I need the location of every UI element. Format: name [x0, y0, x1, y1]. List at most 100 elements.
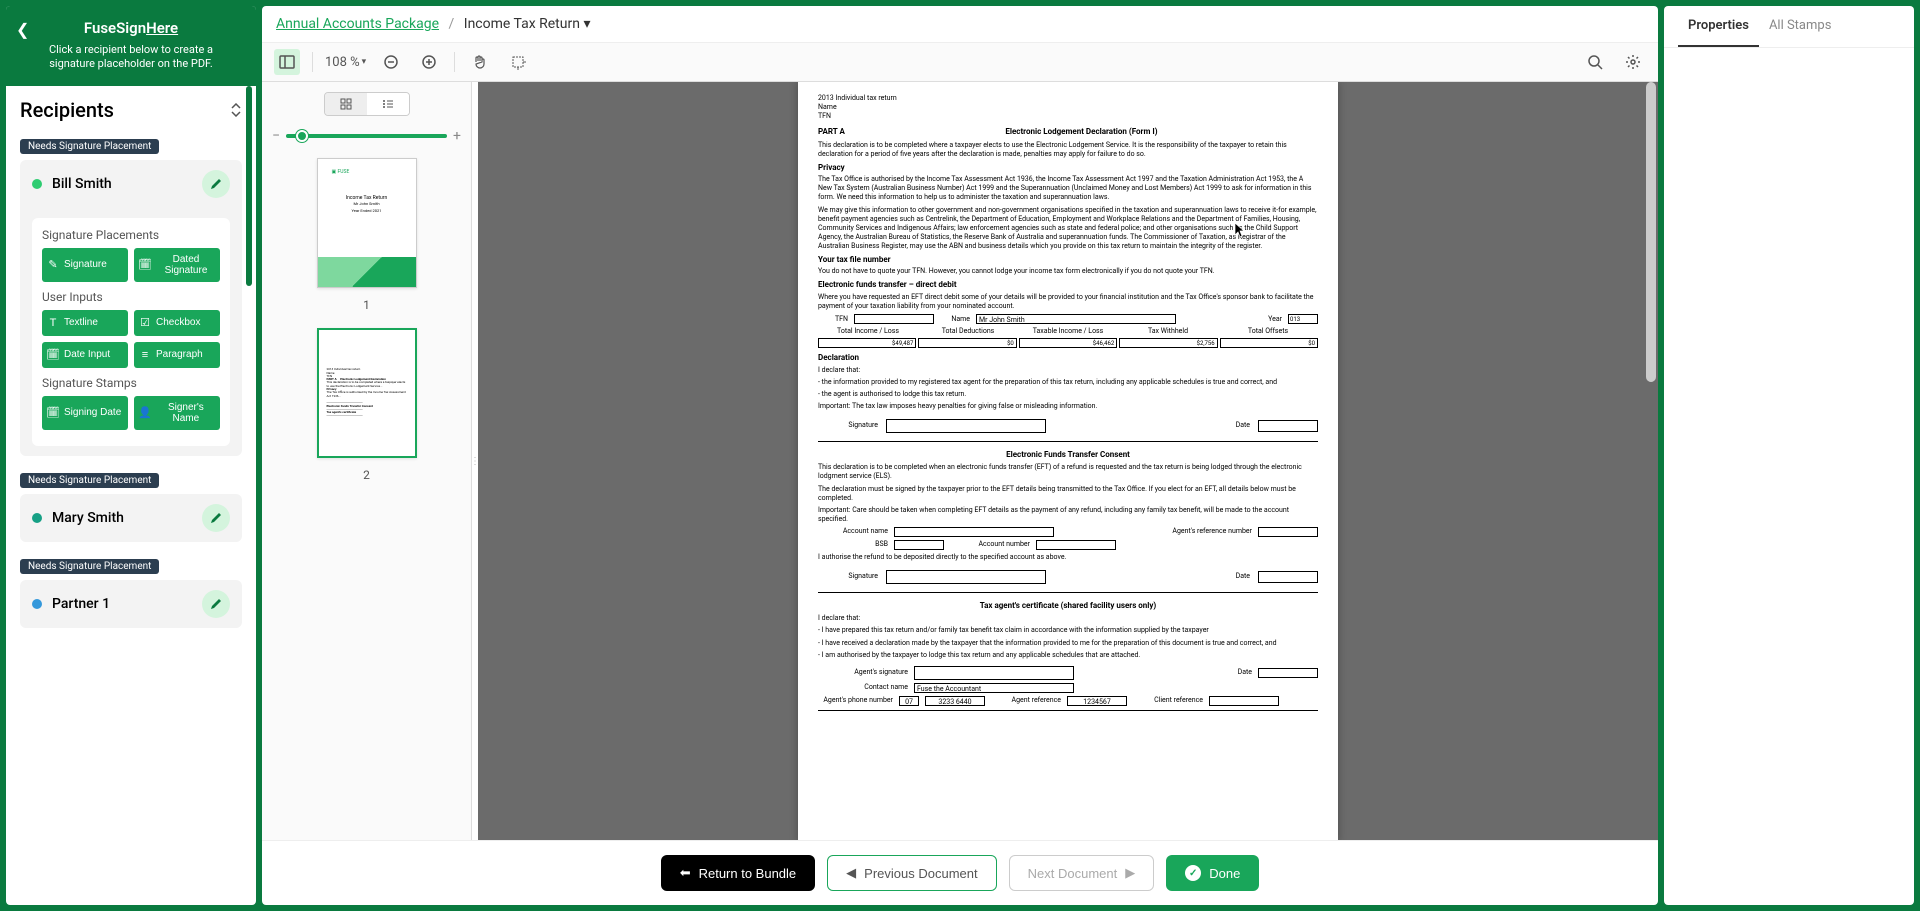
pdf-text: Important: The tax law imposes heavy pen… — [818, 402, 1318, 411]
done-label: Done — [1209, 866, 1240, 881]
signers-name-tool-button[interactable]: 👤Signer's Name — [134, 396, 220, 430]
signing-date-label: Signing Date — [64, 407, 121, 418]
total-value: $0 — [918, 338, 1016, 348]
section-stamps-label: Signature Stamps — [42, 376, 220, 390]
edit-recipient-button[interactable] — [202, 170, 230, 198]
field-value: Fuse the Accountant — [914, 683, 1074, 693]
tab-properties[interactable]: Properties — [1678, 6, 1759, 47]
page-thumbnail-2[interactable]: 2013 Individual tax returnNameTFNPART A … — [317, 328, 417, 458]
field-label: Client reference — [1133, 696, 1203, 705]
part-a-title: Electronic Lodgement Declaration (Form I… — [845, 127, 1318, 137]
signature-label: Signature — [818, 421, 878, 430]
section-inputs-label: User Inputs — [42, 290, 220, 304]
date-stamp-icon: 🗓 — [46, 406, 60, 420]
field-label: Agent's phone number — [818, 696, 893, 705]
edit-recipient-button[interactable] — [202, 590, 230, 618]
select-tool-icon[interactable] — [505, 49, 531, 75]
date-input-label: Date Input — [64, 349, 110, 360]
check-icon: ✓ — [1185, 865, 1201, 881]
person-icon: 👤 — [138, 406, 152, 420]
field-label: Name — [940, 315, 970, 324]
pdf-text: This declaration is to be completed wher… — [818, 141, 1318, 159]
dated-signature-label: Dated Signature — [156, 254, 216, 276]
pdf-toolbar: 108 % ▾ — [262, 43, 1658, 82]
search-icon[interactable] — [1582, 49, 1608, 75]
thumb-size-plus[interactable]: + — [453, 128, 461, 144]
return-to-bundle-button[interactable]: ⬅ Return to Bundle — [661, 855, 815, 891]
pdf-text: Important: Care should be taken when com… — [818, 506, 1318, 524]
pdf-text: You do not have to quote your TFN. Howev… — [818, 267, 1318, 276]
brand-title: FuseSignHere — [84, 19, 178, 37]
breadcrumb-current-dropdown[interactable]: Income Tax Return ▾ — [464, 16, 591, 32]
list-view-icon[interactable] — [367, 93, 409, 115]
checkbox-tool-button[interactable]: ☑Checkbox — [134, 310, 220, 336]
gear-icon[interactable] — [1620, 49, 1646, 75]
done-button[interactable]: ✓ Done — [1166, 855, 1259, 891]
date-label: Date — [1222, 668, 1252, 677]
previous-document-button[interactable]: ◀ Previous Document — [827, 855, 996, 891]
paragraph-tool-button[interactable]: ≡Paragraph — [134, 342, 220, 368]
pdf-name-label: Name — [818, 103, 1318, 112]
recipient-card-partner[interactable]: Partner 1 — [20, 580, 242, 628]
tab-all-stamps[interactable]: All Stamps — [1759, 6, 1841, 47]
field-label: BSB — [818, 540, 888, 549]
brand-header: ❮ FuseSignHere Click a recipient below t… — [6, 6, 256, 86]
date-input-tool-button[interactable]: 🗓Date Input — [42, 342, 128, 368]
total-value: $49,487 — [818, 338, 916, 348]
page-thumbnail-1[interactable]: ▣ FUSE Income Tax Return Mr John Smith Y… — [317, 158, 417, 288]
cover-year: Year Ended 2021 — [346, 208, 388, 213]
date-box — [1258, 571, 1318, 583]
page-view[interactable]: 2013 Individual tax return Name TFN PART… — [478, 82, 1658, 840]
field-value: Mr John Smith — [976, 314, 1176, 324]
breadcrumb: Annual Accounts Package / Income Tax Ret… — [262, 6, 1658, 43]
pdf-text: I declare that: — [818, 366, 1318, 375]
back-arrow-icon[interactable]: ❮ — [16, 20, 29, 39]
field-value: 07 — [899, 696, 919, 706]
pdf-header: 2013 Individual tax return — [818, 94, 1318, 103]
field-label: Agent's reference number — [1172, 527, 1252, 536]
field-label: Agent reference — [991, 696, 1061, 705]
thumb-size-minus[interactable]: − — [272, 128, 280, 144]
recipient-dot-icon — [32, 513, 42, 523]
sidebar-toggle-icon[interactable] — [274, 49, 300, 75]
recipient-name: Mary Smith — [52, 510, 192, 526]
total-label: Total Offsets — [1218, 327, 1318, 336]
calendar-sig-icon: 🗓 — [138, 258, 152, 272]
recipient-name: Partner 1 — [52, 596, 192, 612]
return-arrow-icon: ⬅ — [680, 865, 691, 881]
pdf-page: 2013 Individual tax return Name TFN PART… — [798, 82, 1338, 840]
pdf-text: I authorise the refund to be deposited d… — [818, 553, 1318, 562]
field-label: Account number — [950, 540, 1030, 549]
signing-date-tool-button[interactable]: 🗓 Signing Date — [42, 396, 128, 430]
thumb-size-slider[interactable] — [286, 134, 447, 138]
signature-icon: ✎ — [46, 258, 60, 272]
paragraph-icon: ≡ — [138, 348, 152, 362]
needs-placement-badge: Needs Signature Placement — [20, 559, 159, 574]
breadcrumb-parent[interactable]: Annual Accounts Package — [276, 16, 439, 32]
hand-tool-icon[interactable] — [467, 49, 493, 75]
return-label: Return to Bundle — [699, 866, 797, 881]
recipient-dot-icon — [32, 599, 42, 609]
eft-heading: Electronic funds transfer – direct debit — [818, 280, 1318, 290]
zoom-dropdown[interactable]: 108 % ▾ — [325, 55, 366, 70]
pdf-text: - I have received a declaration made by … — [818, 639, 1318, 648]
pdf-text: The declaration must be signed by the ta… — [818, 485, 1318, 503]
breadcrumb-sep: / — [449, 16, 455, 32]
needs-placement-badge: Needs Signature Placement — [20, 473, 159, 488]
edit-recipient-button[interactable] — [202, 504, 230, 532]
pdf-text: - I have prepared this tax return and/or… — [818, 626, 1318, 635]
dated-signature-tool-button[interactable]: 🗓 Dated Signature — [134, 248, 220, 282]
zoom-in-icon[interactable] — [416, 49, 442, 75]
collapse-icon[interactable] — [230, 103, 242, 117]
zoom-out-icon[interactable] — [378, 49, 404, 75]
total-value: $2,756 — [1119, 338, 1217, 348]
thumb-number: 2 — [363, 468, 370, 482]
grid-view-icon[interactable] — [325, 93, 367, 115]
checkbox-icon: ☑ — [138, 316, 152, 330]
signature-tool-button[interactable]: ✎Signature — [42, 248, 128, 282]
field-label: TFN — [818, 315, 848, 324]
textline-tool-button[interactable]: TTextline — [42, 310, 128, 336]
recipient-card-mary[interactable]: Mary Smith — [20, 494, 242, 542]
field-value: 1234567 — [1067, 696, 1127, 706]
recipient-card-bill[interactable]: Bill Smith Signature Placements ✎Signatu… — [20, 160, 242, 456]
